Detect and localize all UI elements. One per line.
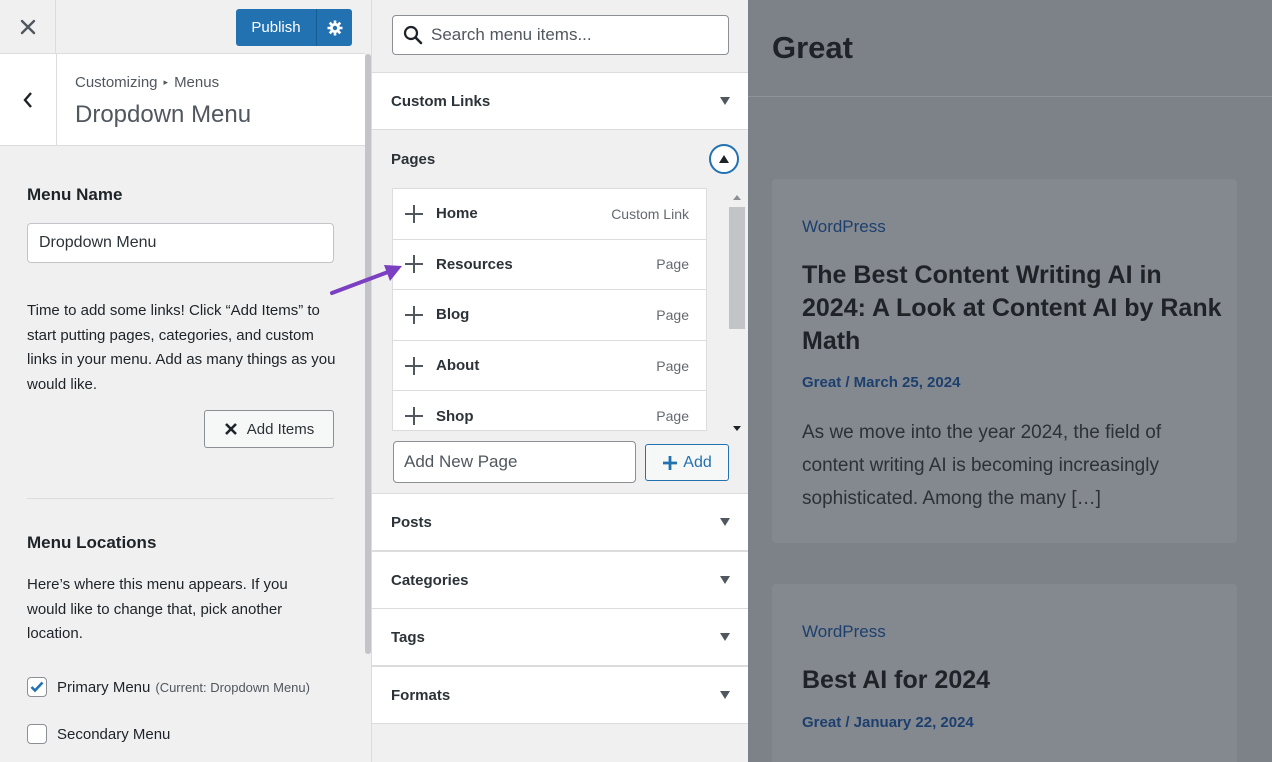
section-pages-label: Pages: [391, 150, 436, 168]
plus-icon: [405, 407, 423, 426]
collapse-arrow-icon: [719, 155, 729, 163]
page-type: Page: [656, 306, 689, 323]
section-posts-label: Posts: [391, 513, 432, 531]
site-preview: Great WordPress The Best Content Writing…: [748, 0, 1272, 762]
list-item[interactable]: Home Custom Link: [393, 189, 706, 240]
publish-button[interactable]: Publish: [236, 9, 316, 46]
section-tags[interactable]: Tags: [372, 608, 749, 666]
add-new-page-input[interactable]: Add New Page: [393, 441, 636, 483]
primary-menu-note: (Current: Dropdown Menu): [155, 679, 310, 695]
divider: [27, 498, 334, 499]
back-button[interactable]: [0, 54, 57, 146]
search-menu-items-input[interactable]: Search menu items...: [392, 15, 729, 55]
page-type: Page: [656, 357, 689, 374]
secondary-menu-checkbox[interactable]: [27, 724, 47, 744]
post-category[interactable]: WordPress: [802, 217, 886, 237]
post-title[interactable]: Best AI for 2024: [802, 664, 1222, 697]
add-items-label: Add Items: [246, 420, 315, 438]
secondary-menu-label: Secondary Menu: [57, 725, 171, 743]
page-title: Home: [436, 205, 478, 223]
search-icon: [403, 25, 423, 45]
breadcrumb-root: Customizing: [75, 74, 158, 91]
primary-menu-label: Primary Menu: [57, 678, 151, 696]
list-item[interactable]: Blog Page: [393, 290, 706, 341]
customizer-header-actions: Publish: [0, 0, 365, 54]
post-card: WordPress The Best Content Writing AI in…: [772, 179, 1237, 543]
page-title: About: [436, 357, 480, 375]
publish-settings-button[interactable]: [316, 9, 352, 46]
pages-list: Home Custom Link Resources Page Blog Pag…: [392, 188, 707, 431]
section-formats[interactable]: Formats: [372, 666, 749, 724]
customizer-sidebar: Publish Customizing ▸ Menus Dropdown Men…: [0, 0, 371, 762]
list-item[interactable]: Shop Page: [393, 391, 706, 430]
close-customizer-button[interactable]: [0, 0, 56, 54]
header-divider: [748, 96, 1272, 97]
page-title: Resources: [436, 255, 513, 273]
post-card: WordPress Best AI for 2024 Great / Janua…: [772, 584, 1237, 762]
primary-menu-checkbox[interactable]: [27, 677, 47, 697]
annotation-arrow-icon: [330, 265, 402, 295]
scroll-thumb[interactable]: [729, 207, 745, 329]
add-items-help-text: Time to add some links! Click “Add Items…: [27, 302, 336, 393]
breadcrumb-separator-icon: ▸: [163, 77, 169, 87]
list-item[interactable]: Resources Page: [393, 240, 706, 291]
panel-header: Customizing ▸ Menus Dropdown Menu: [0, 54, 365, 146]
scroll-down-icon[interactable]: [733, 426, 741, 431]
location-primary-menu[interactable]: Primary Menu (Current: Dropdown Menu): [27, 677, 310, 697]
section-pages[interactable]: Pages: [372, 130, 749, 188]
site-title[interactable]: Great: [772, 30, 853, 66]
section-categories[interactable]: Categories: [372, 551, 749, 609]
x-icon: [224, 423, 237, 435]
section-categories-label: Categories: [391, 571, 469, 589]
section-custom-links-label: Custom Links: [391, 92, 491, 110]
publish-button-group: Publish: [236, 9, 352, 46]
page-title: Blog: [436, 306, 470, 324]
add-label: Add: [683, 453, 712, 471]
post-category[interactable]: WordPress: [802, 622, 886, 642]
expand-arrow-icon: [720, 518, 730, 526]
expand-arrow-icon: [720, 633, 730, 641]
menu-locations-help-text: Here’s where this menu appears. If you w…: [27, 576, 288, 642]
available-menu-items: Search menu items... Custom Links Pages …: [371, 0, 749, 762]
section-posts[interactable]: Posts: [372, 493, 749, 551]
gear-icon: [327, 20, 342, 35]
plus-icon: [405, 305, 423, 324]
section-tags-label: Tags: [391, 628, 425, 646]
page-type: Page: [656, 256, 689, 273]
menu-locations-label: Menu Locations: [27, 533, 157, 552]
page-type: Page: [656, 408, 689, 425]
plus-icon: [663, 455, 678, 470]
add-items-button[interactable]: Add Items: [204, 410, 334, 448]
panel-title: Dropdown Menu: [75, 101, 252, 128]
pages-list-scrollbar[interactable]: [729, 195, 745, 431]
menu-name-label: Menu Name: [27, 185, 123, 204]
page-type: Custom Link: [611, 205, 689, 222]
checkmark-icon: [30, 681, 44, 693]
post-excerpt: As we move into the year 2024, the field…: [802, 422, 1162, 509]
chevron-left-icon: [23, 92, 32, 108]
breadcrumb: Customizing ▸ Menus: [75, 74, 219, 91]
new-page-placeholder: Add New Page: [404, 452, 518, 471]
menu-name-field[interactable]: Dropdown Menu: [27, 223, 334, 263]
breadcrumb-current: Menus: [174, 74, 220, 91]
expand-arrow-icon: [720, 97, 730, 105]
post-meta[interactable]: Great / January 22, 2024: [802, 714, 974, 731]
collapse-pages-button[interactable]: [709, 144, 739, 174]
close-icon: [20, 19, 35, 35]
plus-icon: [405, 356, 423, 375]
plus-icon: [405, 255, 423, 274]
add-page-button[interactable]: Add: [645, 444, 729, 481]
plus-icon: [405, 204, 423, 223]
section-custom-links[interactable]: Custom Links: [372, 72, 749, 130]
scroll-up-icon[interactable]: [733, 195, 741, 200]
location-secondary-menu[interactable]: Secondary Menu: [27, 724, 170, 744]
expand-arrow-icon: [720, 691, 730, 699]
section-formats-label: Formats: [391, 686, 451, 704]
search-placeholder: Search menu items...: [431, 25, 592, 44]
list-item[interactable]: About Page: [393, 341, 706, 392]
expand-arrow-icon: [720, 576, 730, 584]
post-title[interactable]: The Best Content Writing AI in 2024: A L…: [802, 259, 1222, 358]
post-meta[interactable]: Great / March 25, 2024: [802, 374, 960, 391]
page-title: Shop: [436, 407, 474, 425]
